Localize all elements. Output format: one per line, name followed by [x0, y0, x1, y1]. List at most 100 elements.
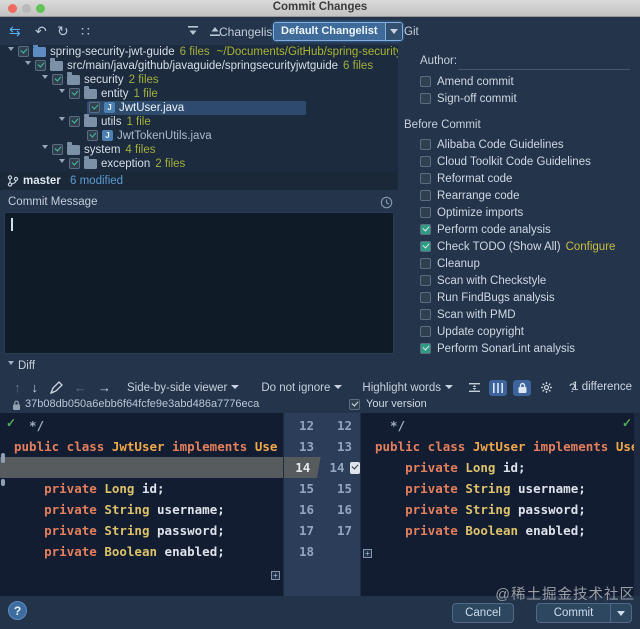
modified-files-link[interactable]: 6 modified — [70, 172, 123, 190]
checkbox[interactable] — [420, 309, 431, 320]
tree-item-checkbox[interactable] — [52, 144, 63, 155]
tree-item-checkbox[interactable] — [69, 158, 80, 169]
resolved-check-icon: ✓ — [6, 416, 16, 430]
tree-item-checkbox[interactable] — [35, 60, 46, 71]
expand-arrow-icon[interactable] — [42, 145, 48, 152]
undo-icon[interactable]: ↶ — [35, 22, 47, 40]
code-line: private Long id; — [0, 478, 283, 499]
file-count: 6 files — [343, 60, 373, 72]
changelist-dropdown[interactable]: Default Changelist — [273, 22, 403, 41]
jump-to-source-icon[interactable] — [49, 381, 63, 395]
diff-section-header[interactable]: Diff — [8, 360, 35, 372]
previous-file-icon[interactable]: ← — [74, 378, 87, 398]
checkbox-option[interactable]: Reformat code — [420, 170, 615, 187]
tree-item-checkbox[interactable] — [18, 46, 29, 57]
checkbox-option[interactable]: Perform code analysis — [420, 221, 615, 238]
checkbox[interactable] — [420, 326, 431, 337]
next-difference-icon[interactable]: ↓ — [32, 378, 39, 398]
checkbox[interactable] — [420, 156, 431, 167]
checkbox-label: Cloud Toolkit Code Guidelines — [437, 156, 591, 168]
checkbox-option[interactable]: Scan with PMD — [420, 306, 615, 323]
tree-row[interactable]: exception2 files — [0, 157, 398, 171]
tree-item-checkbox[interactable] — [52, 74, 63, 85]
expand-arrow-icon[interactable] — [25, 61, 31, 68]
expand-arrow-icon[interactable] — [59, 117, 65, 124]
viewer-mode-dropdown[interactable]: Side-by-side viewer — [127, 382, 239, 394]
tree-row[interactable]: entity1 file — [0, 87, 398, 101]
tree-row[interactable]: JJwtTokenUtils.java — [0, 129, 398, 143]
tree-row[interactable]: JJwtUser.java — [0, 101, 398, 115]
before-commit-title: Before Commit — [404, 119, 481, 131]
checkbox[interactable] — [420, 343, 431, 354]
checkbox[interactable] — [420, 258, 431, 269]
checkbox-option[interactable]: Check TODO (Show All)Configure — [420, 238, 615, 255]
checkbox[interactable] — [420, 173, 431, 184]
checkbox[interactable] — [420, 224, 431, 235]
diff-settings-gear-icon[interactable] — [537, 380, 555, 396]
checkbox-option[interactable]: Scan with Checkstyle — [420, 272, 615, 289]
checkbox[interactable] — [420, 93, 431, 104]
cancel-button[interactable]: Cancel — [452, 603, 514, 623]
right-scrollbar[interactable] — [634, 413, 640, 596]
checkbox-option[interactable]: Sign-off commit — [420, 90, 517, 107]
unfold-lines-icon[interactable]: + — [363, 549, 372, 558]
checkbox[interactable] — [420, 241, 431, 252]
expand-arrow-icon[interactable] — [59, 159, 65, 166]
checkbox-option[interactable]: Cloud Toolkit Code Guidelines — [420, 153, 615, 170]
expand-arrow-icon[interactable] — [8, 47, 14, 54]
repository-icon — [33, 47, 46, 57]
commit-message-input[interactable] — [4, 212, 394, 354]
checkbox[interactable] — [420, 190, 431, 201]
checkbox-option[interactable]: Cleanup — [420, 255, 615, 272]
checkbox-option[interactable]: Perform SonarLint analysis — [420, 340, 615, 357]
next-file-icon[interactable]: → — [98, 378, 111, 398]
apply-change-checkbox[interactable] — [350, 462, 361, 474]
message-history-icon[interactable] — [380, 196, 393, 209]
tree-item-checkbox[interactable] — [69, 88, 80, 99]
code-line: private String password; — [361, 499, 634, 520]
commit-options-arrow[interactable] — [610, 604, 631, 622]
expand-all-icon[interactable] — [187, 25, 199, 37]
checkbox[interactable] — [420, 139, 431, 150]
tree-row[interactable]: spring-security-jwt-guide6 files~/Docume… — [0, 45, 398, 59]
checkbox-option[interactable]: Run FindBugs analysis — [420, 289, 615, 306]
tree-item-checkbox[interactable] — [87, 130, 98, 141]
author-input[interactable] — [458, 53, 630, 70]
checkbox[interactable] — [420, 207, 431, 218]
tree-row[interactable]: security2 files — [0, 73, 398, 87]
move-to-changelist-icon[interactable]: ∷ — [81, 22, 90, 40]
highlight-mode-dropdown[interactable]: Highlight words — [362, 382, 453, 394]
checkbox-option[interactable]: Update copyright — [420, 323, 615, 340]
previous-difference-icon[interactable]: ↑ — [14, 378, 21, 398]
tree-row[interactable]: src/main/java/github/javaguide/springsec… — [0, 59, 398, 73]
refresh-icon[interactable]: ↻ — [57, 22, 69, 40]
tree-row[interactable]: utils1 file — [0, 115, 398, 129]
code-line: public class JwtUser implements Use — [0, 436, 283, 457]
commit-button[interactable]: Commit — [536, 603, 632, 623]
checkbox-option[interactable]: Optimize imports — [420, 204, 615, 221]
expand-arrow-icon[interactable] — [42, 75, 48, 82]
disable-editing-lock-icon[interactable] — [513, 380, 531, 396]
your-version-checkbox[interactable] — [349, 399, 360, 410]
checkbox-option[interactable]: Amend commit — [420, 73, 517, 90]
file-count: 2 files — [129, 74, 159, 86]
synchronized-scrolling-icon[interactable] — [489, 380, 507, 396]
diff-right-pane[interactable]: */public class JwtUser implements UserD … — [361, 413, 634, 596]
checkbox-option[interactable]: Rearrange code — [420, 187, 615, 204]
diff-left-pane[interactable]: */public class JwtUser implements Use pr… — [0, 413, 283, 596]
configure-link[interactable]: Configure — [566, 241, 616, 253]
expand-arrow-icon[interactable] — [59, 89, 65, 96]
tree-row[interactable]: system4 files — [0, 143, 398, 157]
collapse-unchanged-icon[interactable] — [465, 380, 483, 396]
tree-item-checkbox[interactable] — [89, 102, 100, 113]
help-button[interactable]: ? — [8, 601, 27, 620]
unfold-lines-icon[interactable]: + — [271, 571, 280, 580]
checkbox[interactable] — [420, 292, 431, 303]
git-commit-options: Amend commitSign-off commit — [420, 73, 517, 107]
tree-item-checkbox[interactable] — [69, 116, 80, 127]
checkbox[interactable] — [420, 275, 431, 286]
checkbox-option[interactable]: Alibaba Code Guidelines — [420, 136, 615, 153]
whitespace-ignore-dropdown[interactable]: Do not ignore — [261, 382, 342, 394]
checkbox[interactable] — [420, 76, 431, 87]
diff-preview-icon[interactable]: ⇆ — [9, 22, 21, 40]
